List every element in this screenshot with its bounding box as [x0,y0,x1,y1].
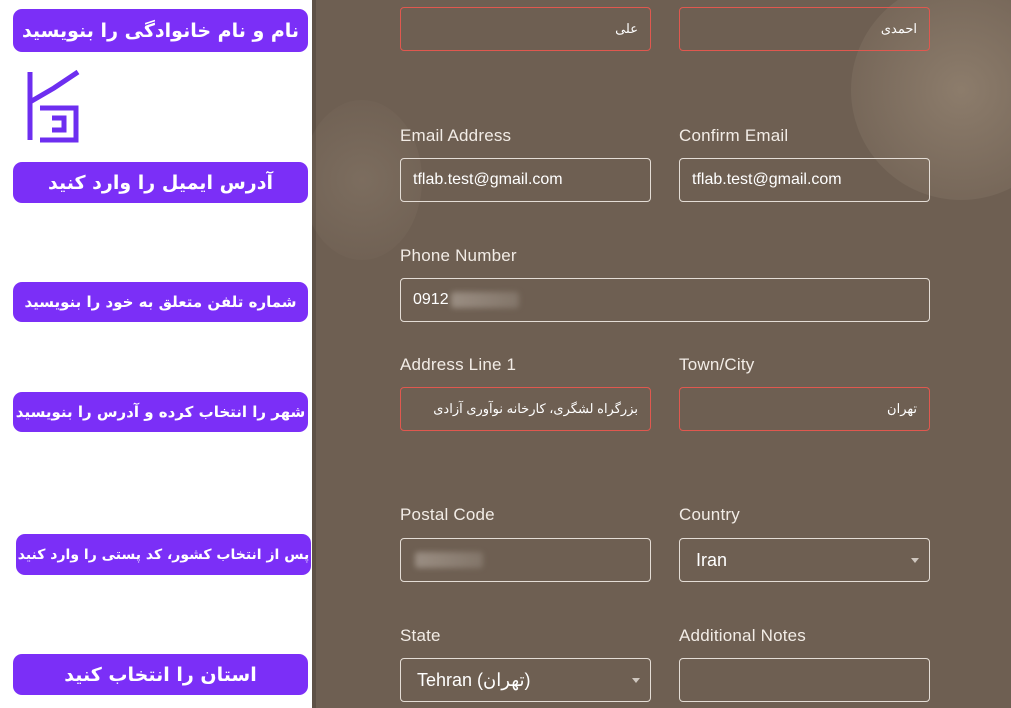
guide-label-email: آدرس ایمیل را وارد کنید [13,162,308,203]
phone-field[interactable]: 0912 [400,278,930,322]
confirm-email-field[interactable]: tflab.test@gmail.com [679,158,930,202]
last-name-field[interactable]: احمدی [679,7,930,51]
address-field[interactable]: بزرگراه لشگری، کارخانه نوآوری آزادی [400,387,651,431]
email-label: Email Address [400,126,512,145]
state-label: State [400,626,441,645]
postal-code-label: Postal Code [400,505,495,524]
city-field[interactable]: تهران [679,387,930,431]
phone-blurred-digits [450,292,519,308]
instruction-panel: نام و نام خانوادگی را بنویسید آدرس ایمیل… [0,0,312,708]
country-select[interactable]: Iran [679,538,930,582]
chevron-down-icon [911,558,919,563]
guide-label-name: نام و نام خانوادگی را بنویسید [13,9,308,52]
chevron-down-icon [632,678,640,683]
checkout-form: علی احمدی Email Address Confirm Email tf… [312,0,1011,708]
country-label: Country [679,505,740,524]
state-select[interactable]: Tehran (تهران) [400,658,651,702]
first-name-field[interactable]: علی [400,7,651,51]
tflab-logo [27,69,80,143]
state-value: Tehran (تهران) [417,669,531,690]
additional-notes-label: Additional Notes [679,626,806,645]
confirm-email-label: Confirm Email [679,126,789,145]
phone-value: 0912 [413,291,449,308]
additional-notes-field[interactable] [679,658,930,702]
guide-label-phone: شماره تلفن متعلق به خود را بنویسید [13,282,308,322]
panel-edge [312,0,316,708]
city-label: Town/City [679,355,755,374]
phone-label: Phone Number [400,246,517,265]
address-label: Address Line 1 [400,355,517,374]
country-value: Iran [696,549,728,570]
guide-label-state: استان را انتخاب کنید [13,654,308,695]
guide-label-country-postal: پس از انتخاب کشور، کد پستی را وارد کنید [16,534,311,575]
guide-label-city-address: شهر را انتخاب کرده و آدرس را بنویسید [13,392,308,432]
postal-code-field[interactable] [400,538,651,582]
postal-code-blurred [415,552,483,568]
email-field[interactable]: tflab.test@gmail.com [400,158,651,202]
